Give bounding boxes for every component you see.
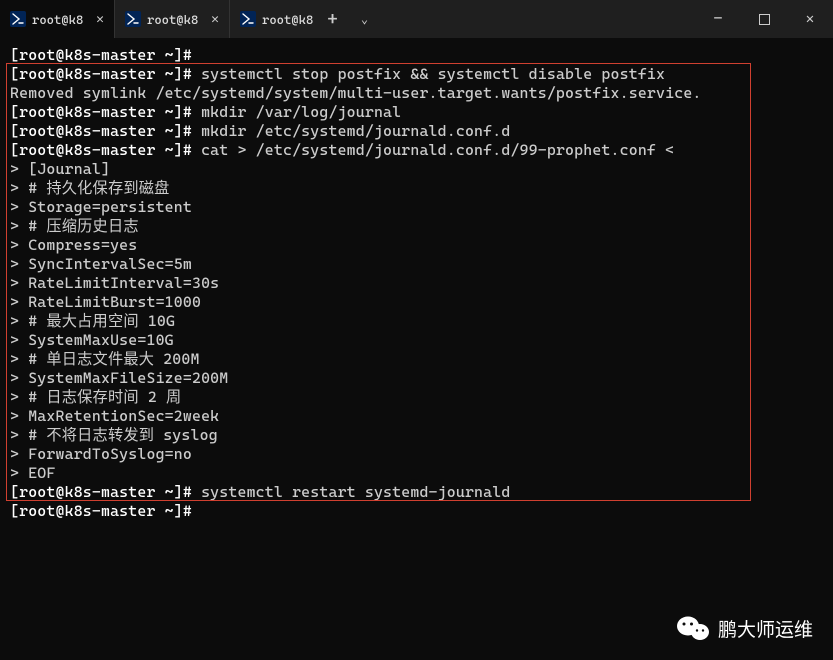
close-window-button[interactable]: ✕ xyxy=(787,0,833,38)
tab-close-button[interactable]: ✕ xyxy=(207,11,223,27)
tab-0[interactable]: root@k8 ✕ xyxy=(0,0,115,38)
wechat-icon xyxy=(676,614,710,642)
watermark-text: 鹏大师运维 xyxy=(718,615,813,642)
terminal-output[interactable]: [root@k8s-master ~]#[root@k8s-master ~]#… xyxy=(0,38,833,529)
powershell-icon xyxy=(125,11,141,27)
powershell-icon xyxy=(240,11,256,27)
window-titlebar: root@k8✕ root@k8✕ root@k8✕ root@k8✕ root… xyxy=(0,0,833,38)
tab-1[interactable]: root@k8 ✕ xyxy=(115,0,230,38)
watermark: 鹏大师运维 xyxy=(676,614,813,642)
powershell-icon xyxy=(10,11,26,27)
tab-label: root@k8 xyxy=(32,12,86,27)
new-tab-button[interactable]: + xyxy=(316,0,350,38)
tab-strip: root@k8✕ root@k8✕ root@k8✕ root@k8✕ root… xyxy=(0,0,316,38)
tab-dropdown-button[interactable]: ⌄ xyxy=(350,0,380,38)
tab-label: root@k8 xyxy=(147,12,201,27)
tab-close-button[interactable]: ✕ xyxy=(92,11,108,27)
tab-2[interactable]: root@k8✕ xyxy=(230,0,316,38)
tab-label: root@k8 xyxy=(262,12,316,27)
maximize-button[interactable] xyxy=(741,0,787,38)
window-controls: — ✕ xyxy=(695,0,833,38)
minimize-button[interactable]: — xyxy=(695,0,741,38)
